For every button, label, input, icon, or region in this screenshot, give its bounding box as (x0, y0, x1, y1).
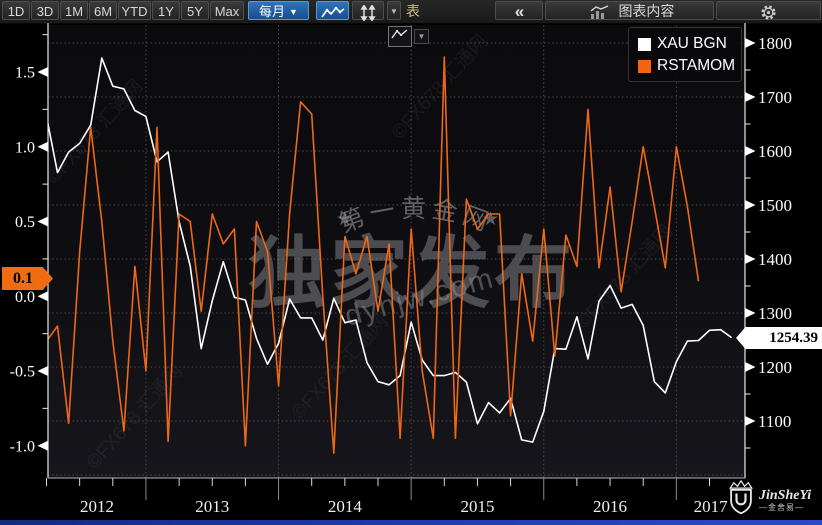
bloomberg-chart-window: 1D3D1M6MYTD1Y5YMax 每月▼ (0, 0, 822, 525)
right-axis-last-value-badge: 1254.39 (736, 327, 822, 349)
left-axis-tick-label: 0.5 (15, 214, 35, 231)
legend-label: RSTAMOM (657, 57, 735, 75)
x-axis-year-label: 2017 (694, 497, 729, 516)
left-axis-tick-label: 1.0 (15, 139, 35, 156)
logo-script-text: JinSheYi (759, 488, 811, 503)
right-axis-tick-label: 1400 (758, 250, 792, 269)
left-axis-tick-label: -1.0 (10, 438, 35, 455)
legend-swatch-orange (638, 60, 651, 73)
right-axis-tick-label: 1500 (758, 196, 792, 215)
shield-crown-logo-icon (727, 480, 755, 521)
mini-chart-type-caret[interactable]: ▼ (414, 29, 429, 44)
watermark-star-left: ★ (336, 209, 353, 230)
right-axis-tick-arrow (745, 254, 756, 264)
right-axis-tick-arrow (745, 362, 756, 372)
bottom-blue-strip (0, 520, 822, 525)
right-axis-tick-label: 1800 (758, 34, 792, 53)
left-axis-tick-arrow (38, 67, 49, 77)
left-axis-tick-arrow (38, 441, 49, 451)
legend-item-xau-bgn[interactable]: XAU BGN (638, 33, 741, 55)
chart-legend: XAU BGN RSTAMOM (628, 27, 742, 82)
right-axis-tick-arrow (745, 146, 756, 156)
left-axis-last-value-badge: 0.1 (2, 267, 53, 290)
legend-label: XAU BGN (657, 35, 727, 53)
logo-sub-text: —金舍易— (759, 503, 811, 512)
left-axis-tick-label: -0.5 (10, 364, 35, 381)
left-axis-tick-arrow (38, 142, 49, 152)
line-chart-icon (391, 28, 409, 46)
site-logo: JinSheYi —金舍易— (727, 481, 822, 519)
x-axis-year-label: 2015 (460, 497, 494, 516)
legend-swatch-white (638, 38, 651, 51)
right-axis-tick-label: 1700 (758, 88, 792, 107)
right-axis-tick-arrow (745, 92, 756, 102)
left-axis-tick-arrow (38, 291, 49, 301)
right-axis-tick-arrow (745, 416, 756, 426)
legend-item-rstamom[interactable]: RSTAMOM (638, 55, 741, 77)
right-axis-tick-arrow (745, 308, 756, 318)
right-axis-tick-label: 1600 (758, 142, 792, 161)
left-axis-tick-arrow (38, 217, 49, 227)
right-axis-tick-label: 1300 (758, 304, 792, 323)
right-axis-tick-arrow (745, 200, 756, 210)
right-axis-tick-label: 1100 (758, 412, 791, 431)
left-axis-tick-label: 1.5 (15, 65, 35, 82)
left-axis-tick-arrow (38, 366, 49, 376)
x-axis-year-label: 2014 (328, 497, 363, 516)
right-axis-tick-arrow (745, 38, 756, 48)
right-axis-tick-label: 1200 (758, 358, 792, 377)
x-axis-year-label: 2012 (80, 497, 114, 516)
left-axis-tick-label: 0.0 (15, 289, 35, 306)
x-axis-year-label: 2016 (593, 497, 627, 516)
mini-line-chart-button[interactable] (388, 26, 412, 47)
x-axis-year-label: 2013 (195, 497, 229, 516)
